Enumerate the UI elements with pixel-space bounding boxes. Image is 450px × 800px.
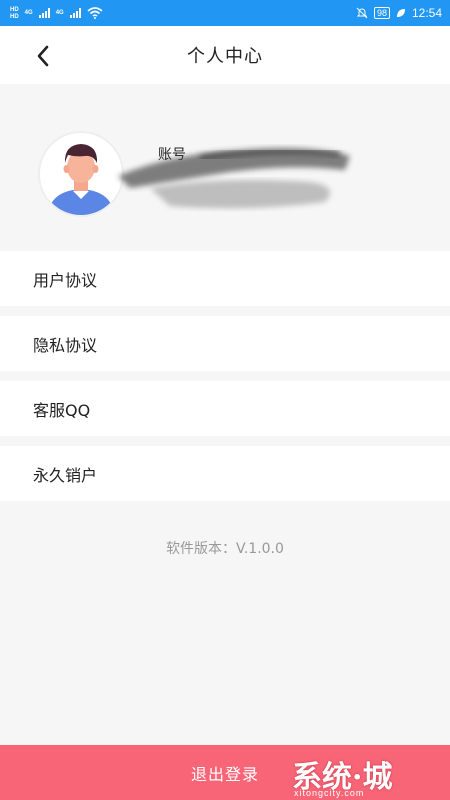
status-bar: HD HD 4G 4G 98 12:54: [0, 0, 450, 26]
version-text: 软件版本：V.1.0.0: [166, 541, 284, 557]
hd-indicators: HD HD: [10, 7, 19, 20]
network-type-2: 4G: [55, 10, 64, 16]
watermark-logo: 系统·城 xitongcity.com: [292, 752, 442, 798]
status-right: 98 12:54: [356, 6, 442, 20]
page-title: 个人中心: [187, 46, 263, 67]
hd-badge-2: HD: [10, 13, 19, 20]
watermark-url: xitongcity.com: [294, 788, 365, 798]
mute-bell-icon: [356, 7, 368, 19]
menu-item-user-agreement[interactable]: 用户协议: [0, 251, 450, 306]
profile-section: 账号: [0, 106, 450, 250]
menu-label: 用户协议: [33, 270, 98, 290]
wifi-icon: [87, 7, 103, 19]
menu-item-privacy-policy[interactable]: 隐私协议: [0, 316, 450, 371]
signal-icon-2: [69, 8, 81, 18]
hd-badge-1: HD: [10, 6, 19, 13]
redaction-mark: [118, 147, 350, 209]
network-type-1: 4G: [24, 10, 33, 16]
clock: 12:54: [411, 6, 442, 20]
leaf-icon: [396, 9, 405, 17]
menu-label: 客服QQ: [33, 400, 91, 420]
logout-label: 退出登录: [190, 764, 259, 784]
menu-label: 永久销户: [33, 465, 98, 485]
nav-bar: 个人中心: [0, 26, 450, 84]
back-button[interactable]: [28, 41, 58, 71]
menu-item-delete-account[interactable]: 永久销户: [0, 446, 450, 501]
battery-indicator: 98: [373, 7, 390, 19]
chevron-left-icon: [37, 45, 49, 67]
signal-icon: [38, 8, 50, 18]
menu-item-customer-service-qq[interactable]: 客服QQ: [0, 381, 450, 436]
menu-label: 隐私协议: [33, 335, 98, 355]
status-left: HD HD 4G 4G: [10, 7, 103, 20]
